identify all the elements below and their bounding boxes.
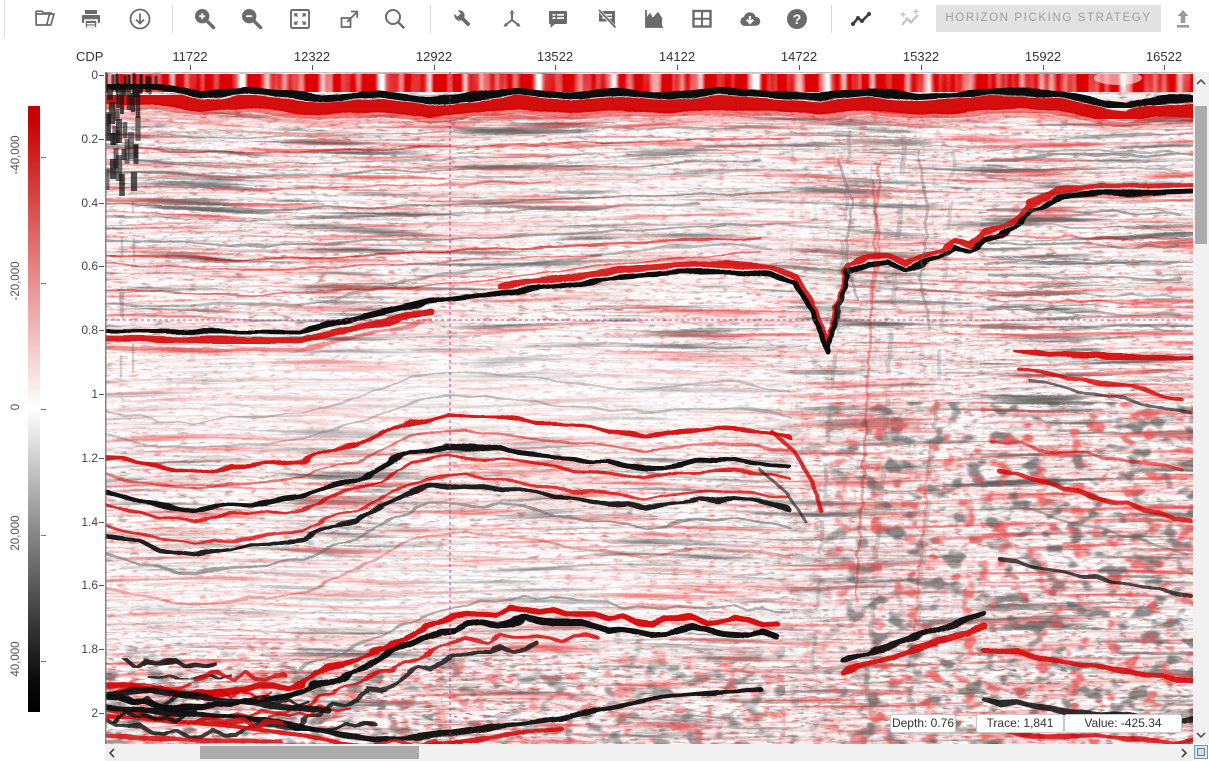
svg-text:?: ? [793,11,802,27]
